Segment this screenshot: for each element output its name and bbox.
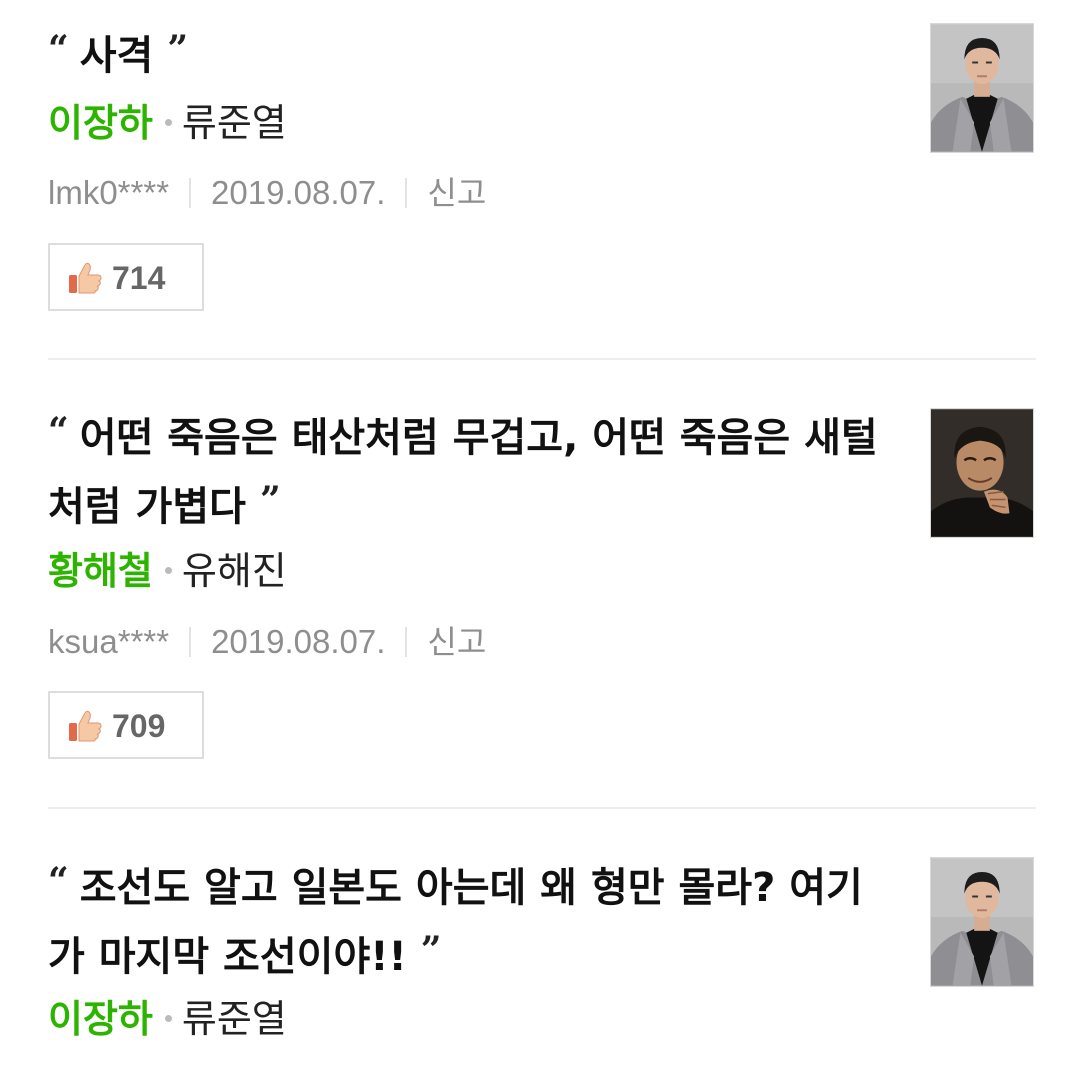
cast-line: 이장하 류준열 — [48, 996, 287, 1042]
actor-name[interactable]: 류준열 — [182, 101, 287, 145]
quote-line: 사격 — [79, 33, 154, 79]
open-quote-mark: “ — [48, 28, 69, 70]
meta-separator — [405, 627, 408, 657]
role-name[interactable]: 이장하 — [48, 997, 153, 1041]
like-count: 709 — [112, 708, 166, 744]
actor-photo — [931, 858, 1033, 986]
close-quote-mark: ” — [259, 479, 281, 521]
post-date: 2019.08.07. — [211, 174, 386, 211]
user-id: lmk0**** — [48, 174, 170, 211]
post-date: 2019.08.07. — [211, 623, 386, 660]
cast-line: 이장하 류준열 — [48, 100, 287, 146]
actor-photo — [931, 409, 1033, 537]
separator-dot — [164, 119, 172, 126]
quote-text: “사격 ” — [48, 18, 898, 87]
role-name[interactable]: 황해철 — [48, 549, 153, 593]
quote-line: 조선도 알고 일본도 아는데 왜 형만 몰라? 여기가 마지막 조선이야!! — [48, 865, 863, 980]
meta-separator — [189, 178, 192, 208]
quote-line: 어떤 죽음은 태산처럼 무겁고, 어떤 죽음은 새털처럼 가볍다 — [48, 415, 878, 530]
user-id: ksua**** — [48, 623, 170, 660]
review-item: “조선도 알고 일본도 아는데 왜 형만 몰라? 여기가 마지막 조선이야!!”… — [48, 850, 1036, 1079]
role-name[interactable]: 이장하 — [48, 101, 153, 145]
meta-line: ksua**** 2019.08.07. 신고 — [48, 622, 486, 662]
quote-text: “조선도 알고 일본도 아는데 왜 형만 몰라? 여기가 마지막 조선이야!!” — [48, 850, 898, 988]
meta-line: lmk0**** 2019.08.07. 신고 — [48, 173, 486, 213]
actor-thumbnail[interactable] — [930, 408, 1034, 538]
thumbs-up-icon — [69, 710, 102, 742]
divider — [48, 807, 1036, 809]
actor-thumbnail[interactable] — [930, 857, 1034, 987]
actor-name[interactable]: 류준열 — [182, 997, 287, 1041]
report-link[interactable]: 신고 — [427, 174, 486, 212]
meta-separator — [405, 178, 408, 208]
close-quote-mark: ” — [420, 929, 442, 971]
like-button[interactable]: 709 — [48, 691, 204, 759]
report-link[interactable]: 신고 — [427, 623, 486, 661]
separator-dot — [164, 567, 172, 574]
review-item: “사격 ” 이장하 류준열 lmk0**** 2019.08.07. 신고 714 — [48, 18, 1036, 318]
like-button[interactable]: 714 — [48, 243, 204, 311]
separator-dot — [164, 1015, 172, 1022]
open-quote-mark: “ — [48, 860, 69, 902]
actor-thumbnail[interactable] — [930, 23, 1034, 153]
actor-name[interactable]: 유해진 — [182, 549, 287, 593]
quote-text: “어떤 죽음은 태산처럼 무겁고, 어떤 죽음은 새털처럼 가볍다” — [48, 400, 898, 538]
close-quote-mark: ” — [167, 28, 188, 70]
like-count: 714 — [112, 260, 166, 296]
thumbs-up-icon — [69, 262, 102, 294]
review-item: “어떤 죽음은 태산처럼 무겁고, 어떤 죽음은 새털처럼 가볍다” 황해철 유해… — [48, 400, 1036, 760]
meta-separator — [189, 627, 192, 657]
cast-line: 황해철 유해진 — [48, 548, 287, 594]
divider — [48, 358, 1036, 360]
open-quote-mark: “ — [48, 410, 69, 452]
actor-photo — [931, 24, 1033, 152]
